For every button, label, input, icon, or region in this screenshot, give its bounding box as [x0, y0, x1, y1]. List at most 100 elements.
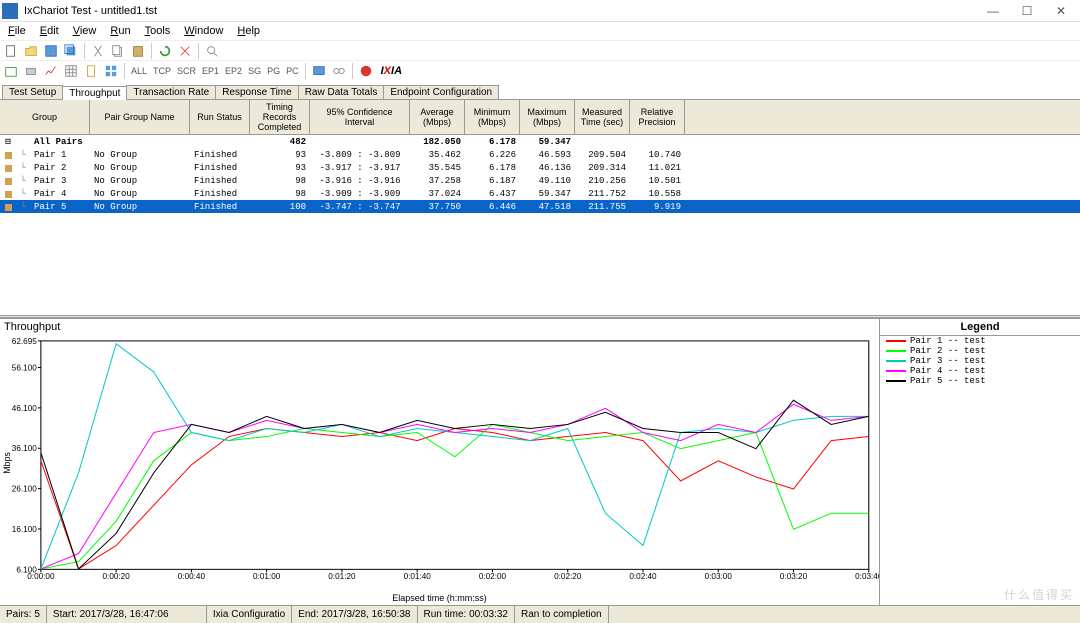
menu-file[interactable]: File — [2, 25, 32, 37]
svg-text:46.100: 46.100 — [12, 404, 38, 413]
open-icon[interactable] — [22, 42, 40, 60]
col-precision[interactable]: Relative Precision — [630, 100, 685, 134]
table-row[interactable]: └ Pair 1 No Group Finished 93 -3.809 : -… — [0, 148, 1080, 161]
svg-text:0:00:00: 0:00:00 — [27, 572, 55, 581]
legend-pane: Legend Pair 1 -- testPair 2 -- testPair … — [880, 319, 1080, 605]
maximize-button[interactable]: ☐ — [1010, 1, 1044, 21]
new-icon[interactable] — [2, 42, 20, 60]
col-timing-records[interactable]: Timing Records Completed — [250, 100, 310, 134]
grid-icon[interactable] — [102, 62, 120, 80]
tab-test-setup[interactable]: Test Setup — [2, 85, 63, 99]
table-row[interactable]: └ Pair 5 No Group Finished 100 -3.747 : … — [0, 200, 1080, 213]
svg-text:36.100: 36.100 — [12, 444, 38, 453]
find-icon[interactable] — [203, 42, 221, 60]
filter-scr[interactable]: SCR — [175, 66, 198, 76]
table-icon[interactable] — [62, 62, 80, 80]
menu-run[interactable]: Run — [104, 25, 136, 37]
col-avg[interactable]: Average (Mbps) — [410, 100, 465, 134]
chart-title: Throughput — [0, 319, 879, 335]
title-bar: IxChariot Test - untitled1.tst — ☐ ✕ — [0, 0, 1080, 22]
minimize-button[interactable]: — — [976, 1, 1010, 21]
svg-text:0:00:40: 0:00:40 — [178, 572, 206, 581]
menu-help[interactable]: Help — [231, 25, 266, 37]
status-end: End: 2017/3/28, 16:50:38 — [292, 606, 417, 623]
filter-tcp[interactable]: TCP — [151, 66, 173, 76]
col-run-status[interactable]: Run Status — [190, 100, 250, 134]
save-all-icon[interactable] — [62, 42, 80, 60]
summary-row[interactable]: ⊟ All Pairs 482 182.050 6.178 59.347 — [0, 135, 1080, 148]
menu-window[interactable]: Window — [178, 25, 229, 37]
refresh-icon[interactable] — [156, 42, 174, 60]
print-icon[interactable] — [22, 62, 40, 80]
legend-item[interactable]: Pair 1 -- test — [880, 336, 1080, 346]
filter-all[interactable]: ALL — [129, 66, 149, 76]
svg-text:0:02:40: 0:02:40 — [629, 572, 657, 581]
menu-view[interactable]: View — [67, 25, 103, 37]
svg-text:0:01:20: 0:01:20 — [328, 572, 356, 581]
svg-text:62.695: 62.695 — [12, 337, 38, 346]
collapse-icon[interactable]: ⊟ — [5, 137, 10, 147]
close-button[interactable]: ✕ — [1044, 1, 1078, 21]
table-row[interactable]: └ Pair 2 No Group Finished 93 -3.917 : -… — [0, 161, 1080, 174]
chart-icon[interactable] — [42, 62, 60, 80]
svg-text:0:03:20: 0:03:20 — [780, 572, 808, 581]
tab-throughput[interactable]: Throughput — [62, 86, 127, 100]
export-icon[interactable] — [2, 62, 20, 80]
svg-text:Mbps: Mbps — [2, 452, 12, 474]
chart-xlabel: Elapsed time (h:mm:ss) — [0, 593, 879, 603]
status-runtime: Run time: 00:03:32 — [418, 606, 516, 623]
tab-response-time[interactable]: Response Time — [215, 85, 298, 99]
status-bar: Pairs: 5 Start: 2017/3/28, 16:47:06 Ixia… — [0, 605, 1080, 623]
legend-item[interactable]: Pair 2 -- test — [880, 346, 1080, 356]
grid-body[interactable]: ⊟ All Pairs 482 182.050 6.178 59.347 └ P… — [0, 135, 1080, 315]
status-pairs: Pairs: 5 — [0, 606, 47, 623]
throughput-chart: 6.10016.10026.10036.10046.10056.10062.69… — [0, 335, 879, 591]
svg-text:0:03:00: 0:03:00 — [705, 572, 733, 581]
toolbar-secondary: ALL TCP SCR EP1 EP2 SG PG PC IXIA — [0, 60, 1080, 80]
menu-edit[interactable]: Edit — [34, 25, 65, 37]
filter-pc[interactable]: PC — [284, 66, 301, 76]
filter-ep2[interactable]: EP2 — [223, 66, 244, 76]
report-icon[interactable] — [82, 62, 100, 80]
menu-bar: File Edit View Run Tools Window Help — [0, 22, 1080, 40]
delete-icon[interactable] — [176, 42, 194, 60]
filter-pg[interactable]: PG — [265, 66, 282, 76]
table-row[interactable]: └ Pair 4 No Group Finished 98 -3.909 : -… — [0, 187, 1080, 200]
grid-header: Group Pair Group Name Run Status Timing … — [0, 100, 1080, 135]
filter-ep1[interactable]: EP1 — [200, 66, 221, 76]
svg-text:16.100: 16.100 — [12, 525, 38, 534]
col-confidence[interactable]: 95% Confidence Interval — [310, 100, 410, 134]
save-icon[interactable] — [42, 42, 60, 60]
chart-pane: Throughput 6.10016.10026.10036.10046.100… — [0, 319, 880, 605]
toolbar-main — [0, 40, 1080, 60]
window-title: IxChariot Test - untitled1.tst — [24, 5, 976, 17]
col-min[interactable]: Minimum (Mbps) — [465, 100, 520, 134]
status-result: Ran to completion — [515, 606, 609, 623]
cut-icon[interactable] — [89, 42, 107, 60]
app-icon — [2, 3, 18, 19]
status-start: Start: 2017/3/28, 16:47:06 — [47, 606, 207, 623]
legend-item[interactable]: Pair 5 -- test — [880, 376, 1080, 386]
menu-tools[interactable]: Tools — [139, 25, 177, 37]
copy-icon[interactable] — [109, 42, 127, 60]
link-icon[interactable] — [330, 62, 348, 80]
tab-raw-data-totals[interactable]: Raw Data Totals — [298, 85, 385, 99]
svg-text:0:01:40: 0:01:40 — [404, 572, 432, 581]
legend-item[interactable]: Pair 4 -- test — [880, 366, 1080, 376]
legend-item[interactable]: Pair 3 -- test — [880, 356, 1080, 366]
stop-icon[interactable] — [357, 62, 375, 80]
svg-text:0:02:20: 0:02:20 — [554, 572, 582, 581]
col-pair-name[interactable]: Pair Group Name — [90, 100, 190, 134]
col-max[interactable]: Maximum (Mbps) — [520, 100, 575, 134]
tab-endpoint-config[interactable]: Endpoint Configuration — [383, 85, 499, 99]
paste-icon[interactable] — [129, 42, 147, 60]
table-row[interactable]: └ Pair 3 No Group Finished 98 -3.916 : -… — [0, 174, 1080, 187]
filter-sg[interactable]: SG — [246, 66, 263, 76]
svg-text:0:02:00: 0:02:00 — [479, 572, 507, 581]
col-group[interactable]: Group — [0, 100, 90, 134]
monitor-icon[interactable] — [310, 62, 328, 80]
col-time[interactable]: Measured Time (sec) — [575, 100, 630, 134]
svg-text:26.100: 26.100 — [12, 485, 38, 494]
svg-text:0:01:00: 0:01:00 — [253, 572, 281, 581]
tab-transaction-rate[interactable]: Transaction Rate — [126, 85, 216, 99]
